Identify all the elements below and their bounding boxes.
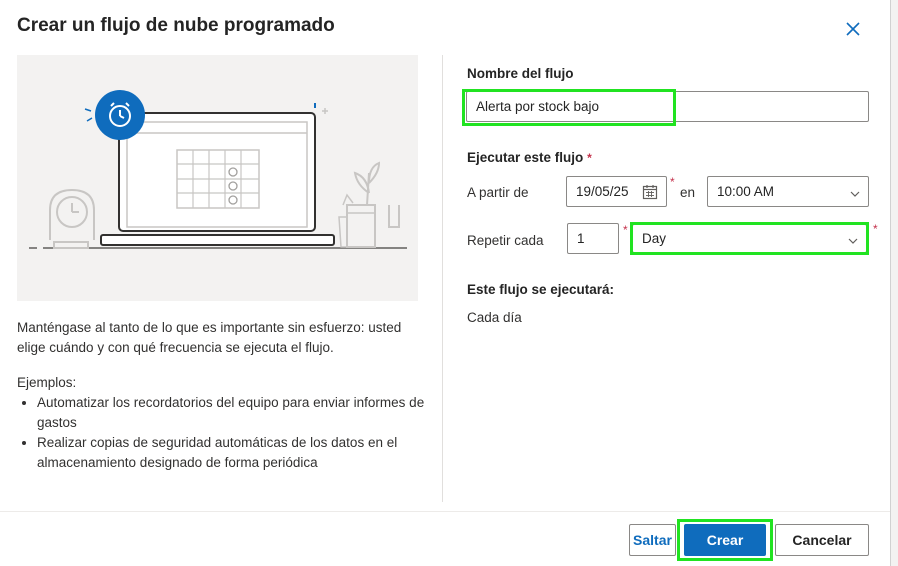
start-label: A partir de: [467, 185, 529, 200]
required-mark: *: [587, 151, 592, 165]
background-window-edge: [890, 0, 898, 566]
chevron-down-icon: [850, 187, 860, 197]
examples-list: Automatizar los recordatorios del equipo…: [17, 393, 427, 473]
repeat-label: Repetir cada: [467, 233, 544, 248]
create-button[interactable]: Crear: [684, 524, 766, 556]
required-mark: *: [873, 222, 878, 236]
plant-icon: [338, 161, 400, 248]
footer-divider: [0, 511, 890, 512]
required-mark: *: [670, 175, 675, 189]
calendar-icon[interactable]: [642, 184, 658, 200]
flow-name-input[interactable]: Alerta por stock bajo: [466, 91, 869, 122]
column-divider: [442, 55, 443, 502]
close-icon[interactable]: [842, 18, 864, 40]
start-date-picker[interactable]: 19/05/25: [566, 176, 667, 207]
desk-clock-icon: [49, 188, 95, 249]
examples-section: Ejemplos: Automatizar los recordatorios …: [17, 373, 427, 473]
start-date-value: 19/05/25: [576, 184, 629, 199]
examples-heading: Ejemplos:: [17, 375, 77, 390]
repeat-interval-input[interactable]: 1: [567, 223, 619, 254]
repeat-interval-value: 1: [577, 231, 585, 246]
dialog-description: Manténgase al tanto de lo que es importa…: [17, 320, 402, 355]
example-item: Automatizar los recordatorios del equipo…: [37, 393, 427, 433]
cancel-button[interactable]: Cancelar: [775, 524, 869, 556]
flow-name-label: Nombre del flujo: [467, 66, 574, 81]
start-time-dropdown[interactable]: 10:00 AM: [707, 176, 869, 207]
repeat-unit-value: Day: [642, 231, 667, 246]
skip-button[interactable]: Saltar: [629, 524, 676, 556]
chevron-down-icon: [848, 234, 858, 244]
start-time-value: 10:00 AM: [717, 184, 775, 199]
run-flow-label: Ejecutar este flujo *: [467, 150, 592, 165]
summary-label: Este flujo se ejecutará:: [467, 282, 615, 297]
at-label: en: [680, 185, 696, 200]
create-scheduled-flow-dialog: Crear un flujo de nube programado Mantén…: [0, 0, 890, 566]
dialog-title: Crear un flujo de nube programado: [17, 15, 335, 36]
scheduled-flow-illustration: [17, 55, 418, 301]
alarm-clock-icon: [84, 90, 145, 140]
summary-value: Cada día: [467, 310, 522, 325]
repeat-unit-dropdown[interactable]: Day: [632, 224, 867, 253]
required-mark: *: [623, 223, 628, 237]
example-item: Realizar copias de seguridad automáticas…: [37, 433, 427, 473]
flow-name-value: Alerta por stock bajo: [476, 99, 600, 114]
